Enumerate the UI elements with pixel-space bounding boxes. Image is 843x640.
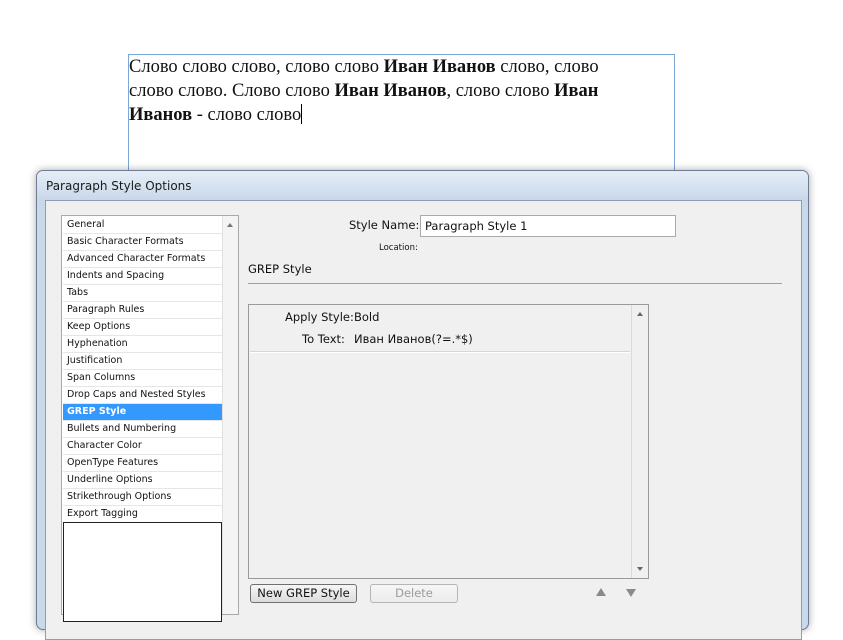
category-item[interactable]: Basic Character Formats [63, 234, 222, 251]
category-item[interactable]: Bullets and Numbering [63, 421, 222, 438]
grep-row-divider-highlight [250, 352, 630, 353]
location-label: Location: [379, 243, 418, 253]
doc-bold-match: Иван Иванов [383, 57, 496, 77]
category-item[interactable]: Indents and Spacing [63, 268, 222, 285]
new-grep-style-button[interactable]: New GREP Style [250, 584, 357, 603]
doc-text-segment: слово слово. Слово слово [129, 81, 335, 101]
to-text-label: To Text: [302, 332, 345, 346]
doc-text-segment: , слово слово [446, 81, 555, 101]
category-item[interactable]: Hyphenation [63, 336, 222, 353]
scroll-down-icon[interactable] [637, 567, 643, 571]
category-item[interactable]: Drop Caps and Nested Styles [63, 387, 222, 404]
section-title: GREP Style [248, 262, 312, 276]
doc-text-segment: Слово слово слово, слово слово [129, 57, 384, 77]
document-text-frame[interactable]: Слово слово слово, слово слово Иван Иван… [128, 54, 675, 184]
move-up-icon[interactable] [596, 588, 606, 596]
style-name-input[interactable]: Paragraph Style 1 [420, 215, 676, 237]
category-item[interactable]: Underline Options [63, 472, 222, 489]
apply-style-value[interactable]: Bold [354, 310, 379, 324]
paragraph-style-options-dialog: Paragraph Style Options General Basic Cha… [36, 170, 809, 640]
category-item[interactable]: General [63, 217, 222, 234]
scroll-up-icon[interactable] [227, 223, 233, 227]
category-list[interactable]: General Basic Character Formats Advanced C… [61, 215, 239, 622]
document-text[interactable]: Слово слово слово, слово слово Иван Иван… [129, 55, 649, 127]
delete-button[interactable]: Delete [370, 584, 458, 603]
scroll-up-icon[interactable] [637, 312, 643, 316]
dialog-title: Paragraph Style Options [46, 179, 192, 193]
category-item[interactable]: Span Columns [63, 370, 222, 387]
category-item[interactable]: Justification [63, 353, 222, 370]
category-item[interactable]: Tabs [63, 285, 222, 302]
category-item[interactable]: GREP Style [63, 404, 222, 421]
category-item[interactable]: OpenType Features [63, 455, 222, 472]
dialog-body: General Basic Character Formats Advanced C… [45, 200, 802, 640]
category-item[interactable]: Strikethrough Options [63, 489, 222, 506]
doc-text-segment: слово, слово [495, 57, 599, 77]
doc-bold-match: Иван Иванов [334, 81, 447, 101]
category-item[interactable]: Paragraph Rules [63, 302, 222, 319]
doc-bold-match: Иванов [129, 105, 193, 125]
text-cursor [301, 104, 303, 124]
apply-style-label: Apply Style: [285, 310, 354, 324]
grep-style-list[interactable]: Apply Style: Bold To Text: Иван Иванов(?… [248, 304, 649, 579]
move-down-icon[interactable] [626, 589, 636, 597]
category-list-empty-area [63, 522, 222, 622]
to-text-value[interactable]: Иван Иванов(?=.*$) [354, 332, 473, 346]
category-item[interactable]: Advanced Character Formats [63, 251, 222, 268]
category-scrollbar[interactable] [222, 216, 238, 614]
category-item[interactable]: Character Color [63, 438, 222, 455]
category-item[interactable]: Export Tagging [63, 506, 222, 523]
section-divider [248, 283, 782, 284]
category-items: General Basic Character Formats Advanced C… [63, 217, 222, 523]
style-name-label: Style Name: [349, 218, 420, 232]
doc-text-segment: - слово слово [192, 105, 302, 125]
doc-bold-match: Иван [554, 81, 599, 101]
grep-scrollbar[interactable] [631, 305, 648, 578]
category-item[interactable]: Keep Options [63, 319, 222, 336]
